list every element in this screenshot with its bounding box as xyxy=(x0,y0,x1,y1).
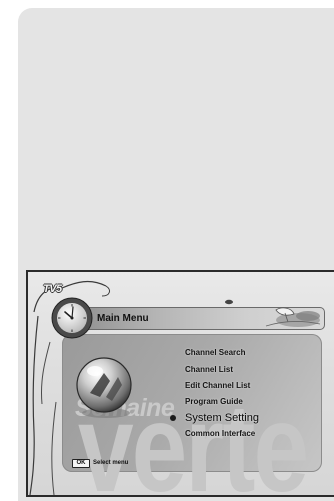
menu-item-system-setting[interactable]: System Setting xyxy=(185,411,259,425)
menu-item-common-interface[interactable]: Common Interface xyxy=(185,427,255,441)
sphere-icon xyxy=(76,357,132,418)
menu-item-channel-list[interactable]: Channel List xyxy=(185,363,233,377)
satellite-dish-icon xyxy=(265,307,321,327)
menu-item-program-guide[interactable]: Program Guide xyxy=(185,395,243,409)
menu-item-edit-channel-list[interactable]: Edit Channel List xyxy=(185,379,250,393)
page-title: Main Menu xyxy=(97,313,149,324)
channel-logo: TV5 xyxy=(43,283,62,295)
menu-item-channel-search[interactable]: Channel Search xyxy=(185,346,245,360)
tv-screenshot-frame: TV5 Main Menu Semaine verte Channel Sear… xyxy=(26,270,334,497)
manual-page: TV5 Main Menu Semaine verte Channel Sear… xyxy=(0,0,334,501)
clock-icon xyxy=(51,297,93,339)
bullet-icon xyxy=(170,415,176,421)
footer-hint: Select menu xyxy=(93,460,129,466)
ok-key-icon: OK xyxy=(72,459,90,468)
